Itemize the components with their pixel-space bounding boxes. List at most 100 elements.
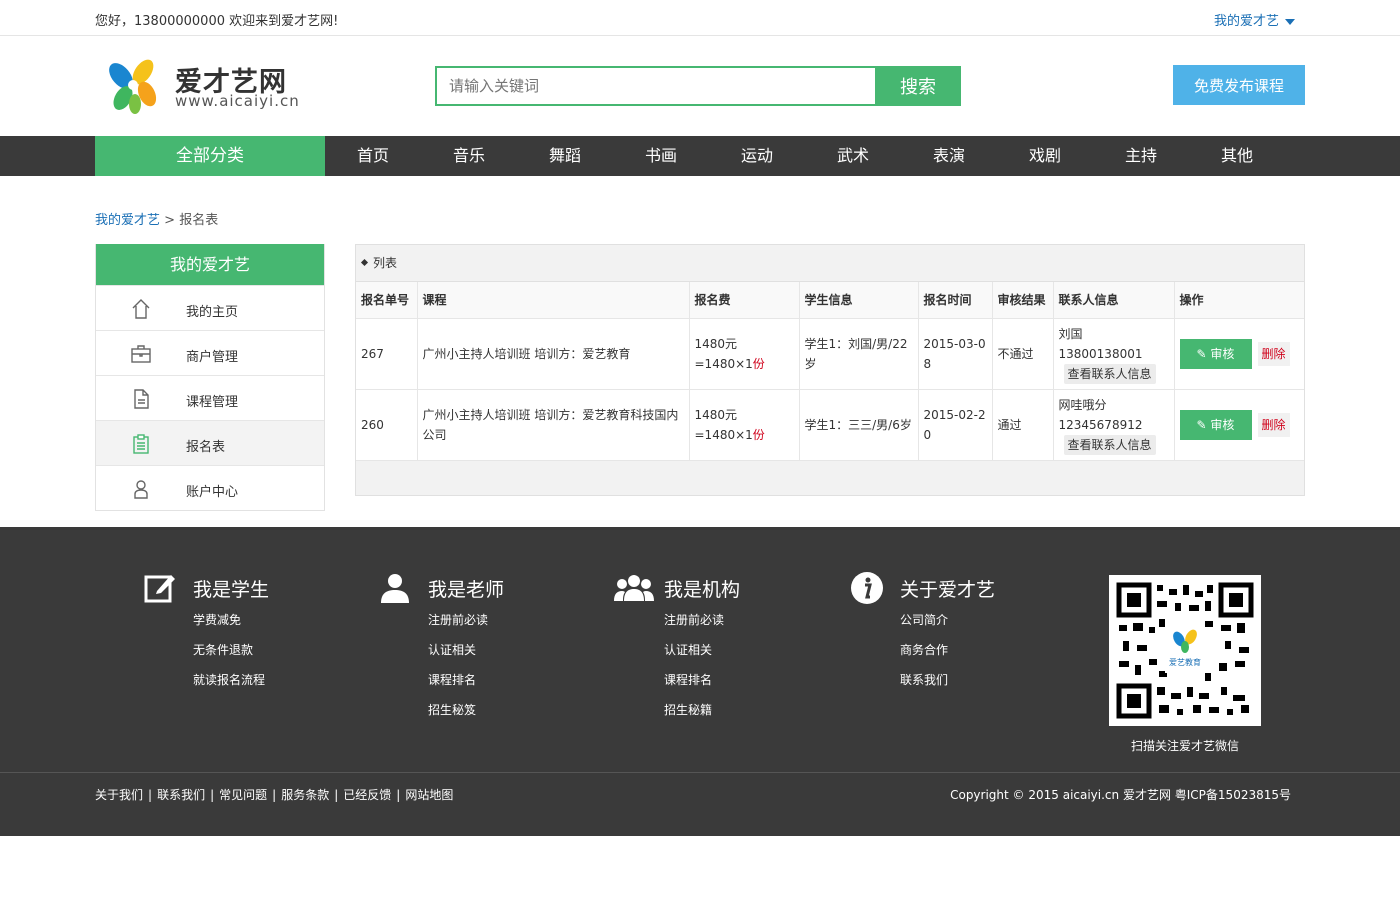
fee-unit: 份 [752,427,765,442]
footer-bottom-link[interactable]: 联系我们 [157,788,205,802]
footer-link[interactable]: 公司简介 [900,611,948,628]
footer-link[interactable]: 就读报名流程 [193,671,265,688]
footer-bottom-link[interactable]: 常见问题 [219,788,267,802]
sidebar-item-courses[interactable]: 课程管理 [96,375,324,420]
teacher-icon [381,574,409,603]
breadcrumb-separator: > [160,213,180,228]
sidebar-item-label: 账户中心 [186,485,239,500]
qr-caption: 扫描关注爱才艺微信 [1131,739,1240,753]
breadcrumb-current: 报名表 [179,213,219,228]
footer-separator: | [210,788,215,802]
cell-result: 不通过 [992,318,1054,390]
footer-link[interactable]: 课程排名 [664,671,712,688]
cell-id: 267 [356,318,418,390]
contact-phone: 12345678912 [1058,417,1143,432]
breadcrumb-home-link[interactable]: 我的爱才艺 [95,213,160,228]
footer: 我是学生 学费减免 无条件退款 就读报名流程 我是老师 注册前必读 认证相关 课… [0,527,1400,836]
footer-link[interactable]: 联系我们 [900,671,948,688]
nav-item-other[interactable]: 其他 [1189,136,1285,176]
cell-course: 广州小主持人培训班 培训方：爱艺教育 [417,318,690,390]
site-logo[interactable]: 爱才艺网 www.aicaiyi.cn [103,54,303,114]
delete-button[interactable]: 删除 [1257,412,1290,437]
nav-item-home[interactable]: 首页 [325,136,421,176]
nav-item-dance[interactable]: 舞蹈 [517,136,613,176]
footer-separator: | [148,788,153,802]
sidebar-item-label: 课程管理 [186,395,239,410]
nav-item-drama[interactable]: 戏剧 [997,136,1093,176]
footer-separator: | [396,788,401,802]
col-header-student: 学生信息 [799,282,919,319]
fee-text: 1480元=1480×1 [694,336,753,371]
audit-button[interactable]: ✎ 审核 [1179,338,1252,369]
search-box: 搜索 [435,66,961,106]
cell-fee: 1480元=1480×1份 [689,318,800,390]
footer-link[interactable]: 课程排名 [428,671,476,688]
footer-link[interactable]: 学费减免 [193,611,241,628]
cell-student: 学生1：刘国/男/22岁 [799,318,919,390]
cell-fee: 1480元=1480×1份 [689,389,800,461]
footer-separator: | [334,788,339,802]
footer-link[interactable]: 认证相关 [428,641,476,658]
cell-course: 广州小主持人培训班 培训方：爱艺教育科技国内公司 [417,389,690,461]
footer-bottom-link[interactable]: 已经反馈 [343,788,391,802]
edit-icon [144,575,175,603]
sidebar-item-label: 我的主页 [186,305,239,320]
col-header-course: 课程 [417,282,690,319]
footer-separator: | [272,788,277,802]
footer-col-title: 我是老师 [428,579,505,601]
footer-bottom-link[interactable]: 关于我们 [95,788,143,802]
nav-list: 首页 音乐 舞蹈 书画 运动 武术 表演 戏剧 主持 其他 [325,136,1285,176]
sidebar-item-label: 报名表 [186,440,226,455]
nav-item-hosting[interactable]: 主持 [1093,136,1189,176]
footer-link[interactable]: 注册前必读 [428,611,488,628]
nav-item-martial-arts[interactable]: 武术 [805,136,901,176]
user-icon [134,480,148,499]
sidebar-item-label: 商户管理 [186,350,239,365]
footer-link[interactable]: 认证相关 [664,641,712,658]
audit-button[interactable]: ✎ 审核 [1179,409,1252,440]
sidebar-item-account[interactable]: 账户中心 [96,465,324,510]
view-contact-button[interactable]: 查看联系人信息 [1063,434,1156,455]
fee-text: 1480元=1480×1 [694,407,753,442]
search-input[interactable] [435,66,877,106]
cell-actions: ✎ 审核 删除 [1174,318,1304,390]
footer-link[interactable]: 招生秘籍 [664,701,712,718]
footer-bottom-link[interactable]: 服务条款 [281,788,329,802]
copyright-text: Copyright © 2015 aicaiyi.cn 爱才艺网 粤ICP备15… [950,788,1291,802]
nav-item-painting[interactable]: 书画 [613,136,709,176]
cell-contact: 刘国 13800138001 查看联系人信息 [1053,318,1175,390]
table-row: 260 广州小主持人培训班 培训方：爱艺教育科技国内公司 1480元=1480×… [356,389,1304,461]
cell-result: 通过 [992,389,1054,461]
footer-link[interactable]: 商务合作 [900,641,948,658]
delete-button[interactable]: 删除 [1257,341,1290,366]
table-header-row: 报名单号 课程 报名费 学生信息 报名时间 审核结果 联系人信息 操作 [356,282,1304,319]
nav-item-sports[interactable]: 运动 [709,136,805,176]
footer-link[interactable]: 无条件退款 [193,641,253,658]
cell-actions: ✎ 审核 删除 [1174,389,1304,461]
footer-link[interactable]: 招生秘笈 [428,701,476,718]
sidebar: 我的爱才艺 我的主页 商户管理 课程管理 报名表 账户中心 [95,244,325,511]
main-nav: 全部分类 首页 音乐 舞蹈 书画 运动 武术 表演 戏剧 主持 其他 [0,136,1400,176]
document-icon [134,389,149,409]
publish-course-button[interactable]: 免费发布课程 [1173,65,1305,105]
sidebar-item-registration[interactable]: 报名表 [96,420,324,465]
all-categories-button[interactable]: 全部分类 [95,136,325,176]
logo-flower-icon [109,59,157,114]
sidebar-item-merchant[interactable]: 商户管理 [96,330,324,375]
sidebar-item-my-home[interactable]: 我的主页 [96,285,324,330]
footer-col-title: 关于爱才艺 [900,579,996,601]
header: 爱才艺网 www.aicaiyi.cn 搜索 免费发布课程 [0,36,1400,136]
search-button[interactable]: 搜索 [875,66,961,106]
footer-bottom-link[interactable]: 网站地图 [405,788,453,802]
nav-item-performance[interactable]: 表演 [901,136,997,176]
nav-item-music[interactable]: 音乐 [421,136,517,176]
edit-icon: ✎ [1196,346,1211,361]
registration-list-panel: 列表 报名单号 课程 报名费 学生信息 报名时间 审核结果 联系人信息 操作 2… [355,244,1305,496]
breadcrumb: 我的爱才艺 > 报名表 [95,209,218,228]
contact-name: 刘国 [1058,326,1083,341]
brand-domain: www.aicaiyi.cn [175,92,300,110]
view-contact-button[interactable]: 查看联系人信息 [1063,363,1156,384]
footer-link[interactable]: 注册前必读 [664,611,724,628]
diamond-bullet-icon [360,258,369,267]
my-account-menu[interactable]: 我的爱才艺 [1214,10,1295,29]
